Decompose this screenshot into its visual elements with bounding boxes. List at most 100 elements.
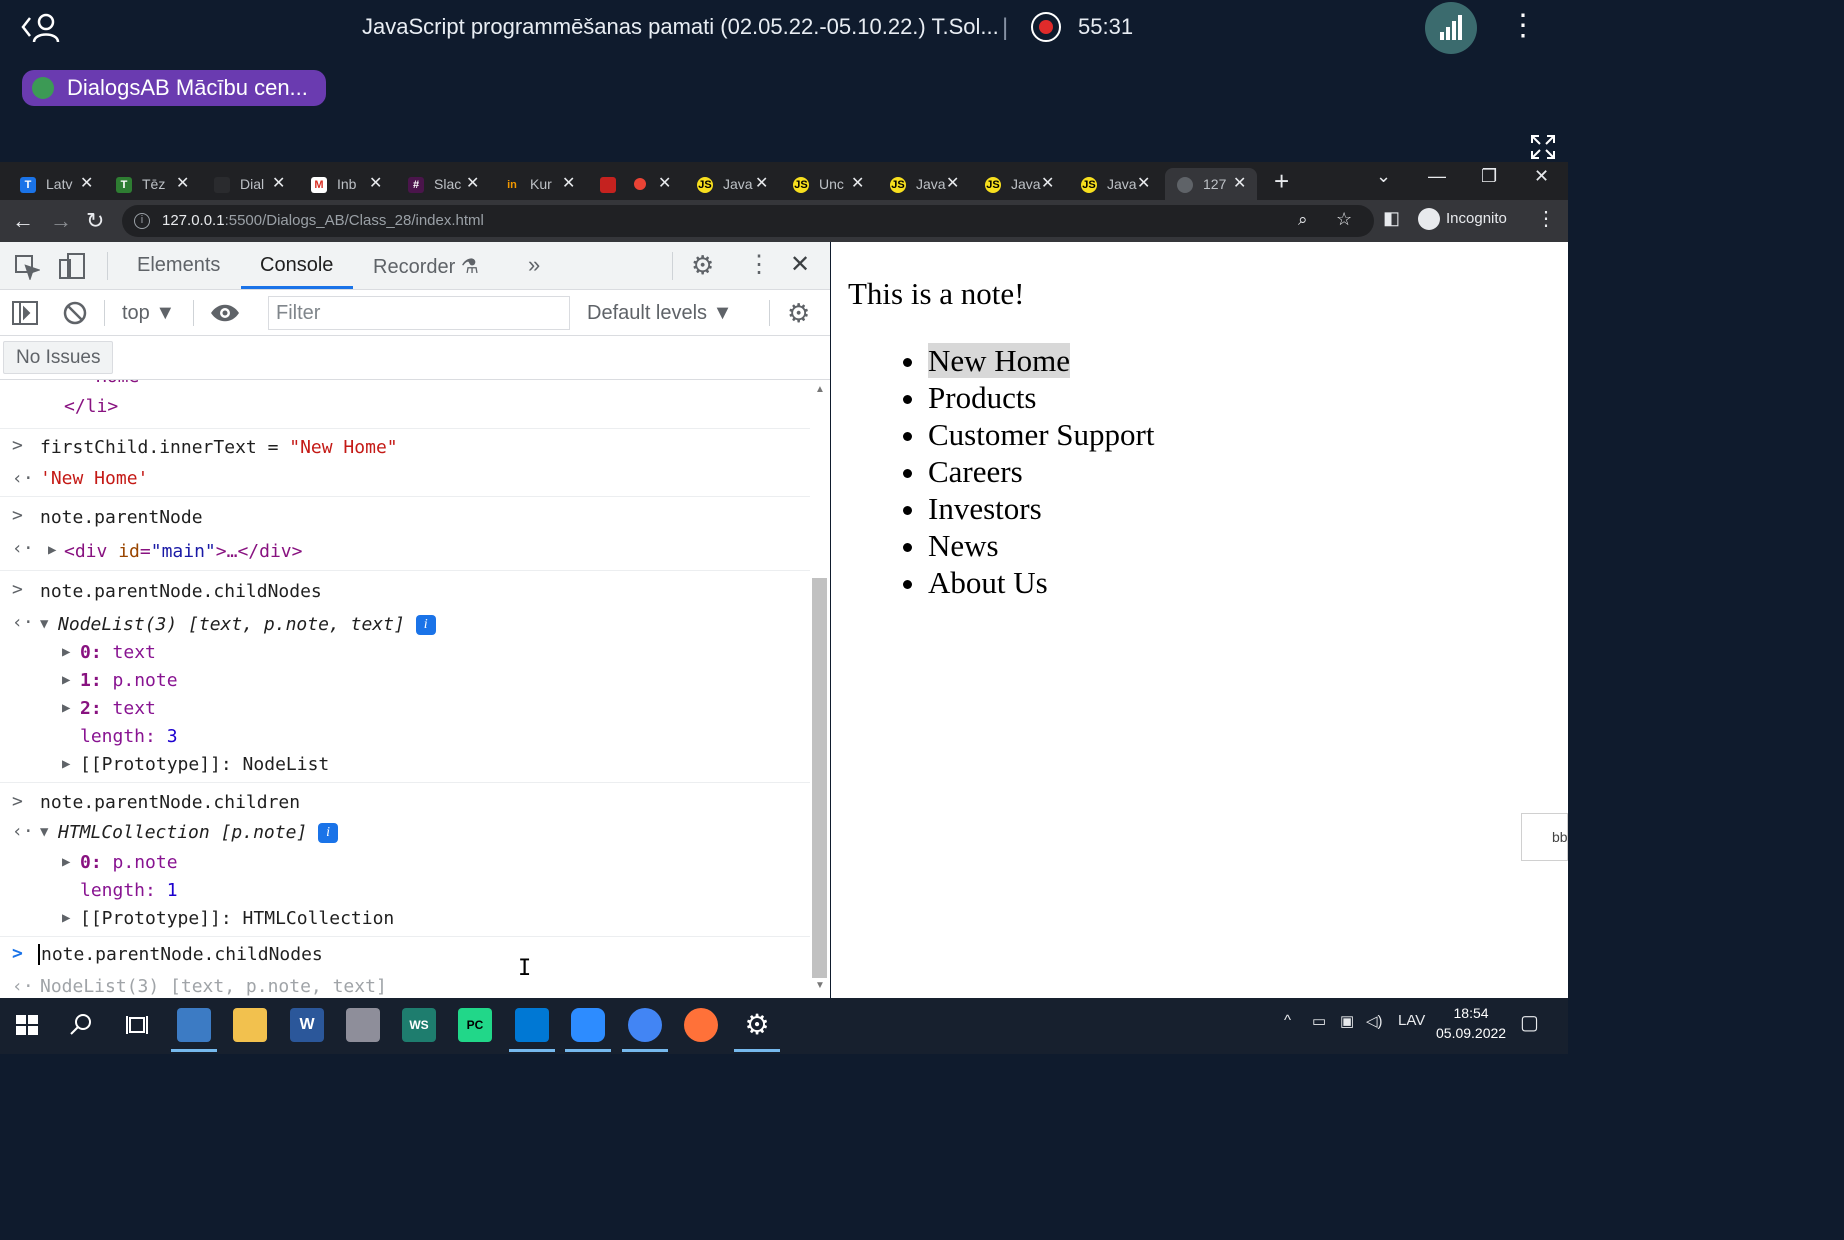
expand-triangle-icon[interactable]: ▶ [62,854,70,870]
vscode-app-icon[interactable] [509,1008,555,1052]
site-info-icon[interactable]: i [134,213,150,229]
browser-tab-active[interactable]: 127 ✕ [1165,168,1257,200]
tab-recorder[interactable]: Recorder ⚗ [373,254,479,279]
collapse-triangle-icon[interactable]: ▼ [40,824,48,840]
speaker-pill[interactable]: DialogsAB Mācību cen... [22,70,326,106]
browser-tab[interactable]: JS Java ✕ [697,168,777,200]
console-input[interactable]: note.parentNode.childNodes [38,944,323,965]
show-sidebar-icon[interactable] [12,301,38,330]
pycharm-app-icon[interactable]: PC [458,1008,492,1042]
inspect-element-icon[interactable] [14,254,42,285]
menu-item[interactable]: About Us [928,564,1154,601]
chrome-app-icon[interactable] [622,1008,668,1052]
language-indicator[interactable]: LAV [1398,1012,1425,1029]
tab-close-icon[interactable]: ✕ [466,168,479,200]
browser-tab[interactable]: Dial ✕ [214,168,294,200]
browser-tab[interactable]: T Tēz ✕ [116,168,196,200]
collection-prototype[interactable]: ▶ [[Prototype]]: HTMLCollection [0,904,810,934]
scrollbar-thumb[interactable] [812,578,827,978]
incognito-indicator[interactable]: Incognito [1418,208,1507,230]
clear-console-icon[interactable] [62,300,88,331]
webstorm-app-icon[interactable]: WS [402,1008,436,1042]
issues-button[interactable]: No Issues [3,341,114,374]
menu-item[interactable]: Customer Support [928,416,1154,453]
console-output[interactable]: Home </li> > firstChild.innerText = "New … [0,380,810,998]
tab-close-icon[interactable]: ✕ [80,168,93,200]
tab-close-icon[interactable]: ✕ [562,168,575,200]
expand-triangle-icon[interactable]: ▶ [62,756,70,772]
console-settings-gear-icon[interactable]: ⚙ [787,298,810,329]
back-person-icon[interactable] [20,10,64,51]
info-badge-icon[interactable]: i [318,823,339,843]
zoom-icon[interactable]: ⌕ [1298,210,1308,230]
tab-close-icon[interactable]: ✕ [851,168,864,200]
bookmark-star-icon[interactable]: ☆ [1336,209,1352,230]
menu-item[interactable]: News [928,527,1154,564]
windows-start-icon[interactable] [10,1008,44,1042]
tab-close-icon[interactable]: ✕ [176,168,189,200]
tab-console[interactable]: Console [260,254,333,277]
tab-close-icon[interactable]: ✕ [658,168,671,200]
tool-app-icon[interactable] [346,1008,380,1042]
side-handle[interactable]: bb [1521,813,1568,861]
tab-elements[interactable]: Elements [137,254,220,277]
tab-close-icon[interactable]: ✕ [272,168,285,200]
minimize-icon[interactable]: — [1428,166,1446,187]
search-icon[interactable] [64,1008,98,1042]
menu-item[interactable]: Investors [928,490,1154,527]
settings-gear-icon[interactable]: ⚙ [691,250,714,281]
firefox-app-icon[interactable] [684,1008,718,1042]
menu-item[interactable]: New Home [928,342,1154,379]
signal-icon[interactable] [1425,2,1477,54]
address-bar[interactable]: i 127.0.0.1:5500/Dialogs_AB/Class_28/ind… [122,205,1374,237]
volume-icon[interactable]: ◁) [1366,1012,1383,1030]
browser-tab[interactable]: T Latv ✕ [20,168,100,200]
new-tab-icon[interactable]: + [1274,166,1289,197]
tab-close-icon[interactable]: ✕ [1137,168,1150,200]
address-url[interactable]: 127.0.0.1:5500/Dialogs_AB/Class_28/index… [162,212,484,229]
browser-tab[interactable]: JS Java ✕ [890,168,970,200]
forward-arrow-icon[interactable]: → [50,208,72,234]
close-devtools-icon[interactable]: ✕ [790,250,810,279]
tab-close-icon[interactable]: ✕ [1041,168,1054,200]
tab-close-icon[interactable]: ✕ [946,168,959,200]
console-result-row[interactable]: ‹· ▼ NodeList(3) [text, p.note, text] i [0,606,810,640]
device-toolbar-icon[interactable] [58,252,88,285]
more-tabs-icon[interactable]: » [528,252,540,278]
zoom-app-icon[interactable] [565,1008,611,1052]
more-vertical-icon[interactable]: ⋮ [1508,6,1538,46]
expand-triangle-icon[interactable]: ▶ [62,672,70,688]
browser-tab[interactable]: JS Unc ✕ [793,168,873,200]
browser-tab[interactable]: in Kur ✕ [504,168,584,200]
browser-tab[interactable]: JS Java ✕ [985,168,1065,200]
tab-close-icon[interactable]: ✕ [755,168,768,200]
filter-input[interactable] [268,296,570,330]
nodelist-prototype[interactable]: ▶ [[Prototype]]: NodeList [0,750,810,780]
collection-summary[interactable]: HTMLCollection [p.note] i [58,822,339,843]
browser-tab[interactable]: ✕ [600,168,680,200]
task-view-icon[interactable] [120,1008,154,1042]
console-prompt-row[interactable]: > note.parentNode.childNodes [0,936,810,970]
console-result-row[interactable]: ‹· ▼ HTMLCollection [p.note] i [0,816,810,848]
word-app-icon[interactable]: W [290,1008,324,1042]
result-element[interactable]: <div id="main">…</div> [64,541,302,562]
collection-entry[interactable]: ▶ 0: p.note [0,848,810,876]
expand-triangle-icon[interactable]: ▶ [62,910,70,926]
scroll-down-icon[interactable]: ▼ [815,980,825,991]
notification-icon[interactable]: ▢ [1520,1010,1539,1035]
devtools-menu-icon[interactable]: ⋮ [747,250,771,279]
scroll-up-icon[interactable]: ▲ [815,384,825,395]
live-expression-eye-icon[interactable] [210,302,240,329]
console-result-row[interactable]: ‹· ▶ <div id="main">…</div> [0,532,810,568]
expand-triangle-icon[interactable]: ▶ [62,700,70,716]
nodelist-entry[interactable]: ▶ 2: text [0,694,810,722]
menu-item[interactable]: Products [928,379,1154,416]
battery-icon[interactable]: ▭ [1312,1012,1326,1030]
browser-tab[interactable]: JS Java ✕ [1081,168,1161,200]
tab-search-icon[interactable]: ⌄ [1376,166,1391,187]
tab-close-icon[interactable]: ✕ [369,168,382,200]
control-panel-app-icon[interactable] [171,1008,217,1052]
menu-item[interactable]: Careers [928,453,1154,490]
side-panel-icon[interactable]: ◧ [1383,208,1400,229]
back-arrow-icon[interactable]: ← [12,208,34,234]
